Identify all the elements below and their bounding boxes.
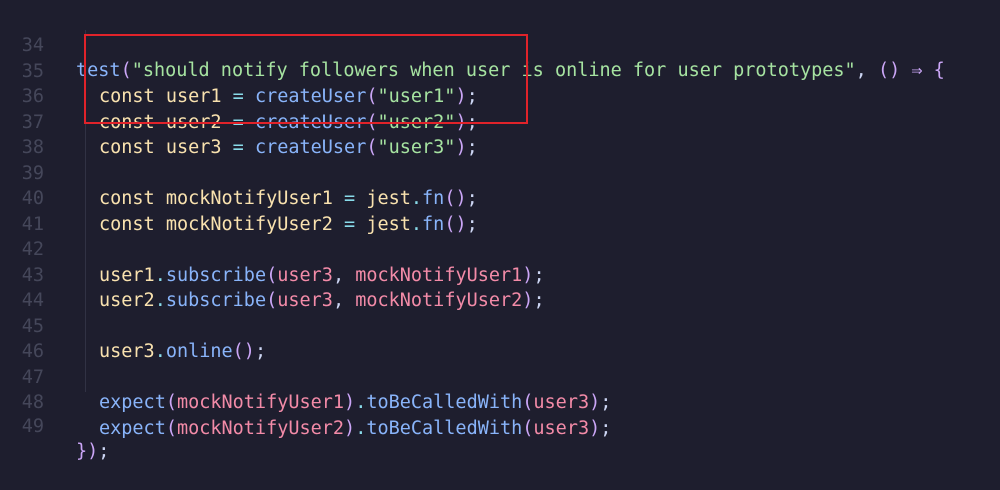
code-line[interactable]: 41: [0, 186, 1000, 235]
code-line[interactable]: 40 const mockNotifyUser2 = jest.fn();: [0, 161, 1000, 235]
code-line[interactable]: 36 const user2 = createUser("user2");: [0, 59, 1000, 133]
token-paren: ): [344, 417, 356, 439]
token-paren: ): [87, 441, 99, 462]
code-line[interactable]: 34 test("should notify followers when us…: [0, 7, 1000, 82]
token-paren: ): [589, 417, 601, 439]
token-semicolon: ;: [98, 441, 110, 462]
code-editor[interactable]: 34 test("should notify followers when us…: [0, 0, 1000, 463]
code-line[interactable]: 46: [0, 314, 1000, 362]
token-paren: (: [522, 417, 534, 439]
code-line[interactable]: 35 const user1 = createUser("user1");: [0, 33, 1000, 108]
token-function: toBeCalledWith: [366, 417, 523, 439]
code-line[interactable]: 48 expect(mockNotifyUser2).toBeCalledWit…: [0, 365, 1000, 439]
token-argument: mockNotifyUser2: [176, 417, 345, 439]
code-line[interactable]: 47 expect(mockNotifyUser1).toBeCalledWit…: [0, 339, 1000, 414]
code-line[interactable]: 44: [0, 263, 1000, 311]
token-dot: .: [355, 417, 367, 439]
token-semicolon: ;: [600, 417, 612, 439]
code-line[interactable]: 39 const mockNotifyUser1 = jest.fn();: [0, 135, 1000, 210]
token-brace: }: [76, 441, 88, 462]
token-argument: user3: [533, 417, 590, 439]
code-text: });: [76, 439, 109, 465]
code-line[interactable]: 37 const user3 = createUser("user3");: [0, 84, 1000, 159]
code-text: expect(mockNotifyUser2).toBeCalledWith(u…: [99, 416, 611, 442]
token-paren: (: [165, 417, 177, 439]
code-line[interactable]: 42 user1.subscribe(user3, mockNotifyUser…: [0, 212, 1000, 286]
code-line[interactable]: 49 });: [0, 388, 1000, 463]
code-line[interactable]: 38: [0, 110, 1000, 158]
code-line[interactable]: 45 user3.online();: [0, 288, 1000, 363]
code-line[interactable]: 43 user2.subscribe(user3, mockNotifyUser…: [0, 237, 1000, 312]
token-function: expect: [99, 417, 166, 439]
line-number: 49: [21, 415, 44, 437]
